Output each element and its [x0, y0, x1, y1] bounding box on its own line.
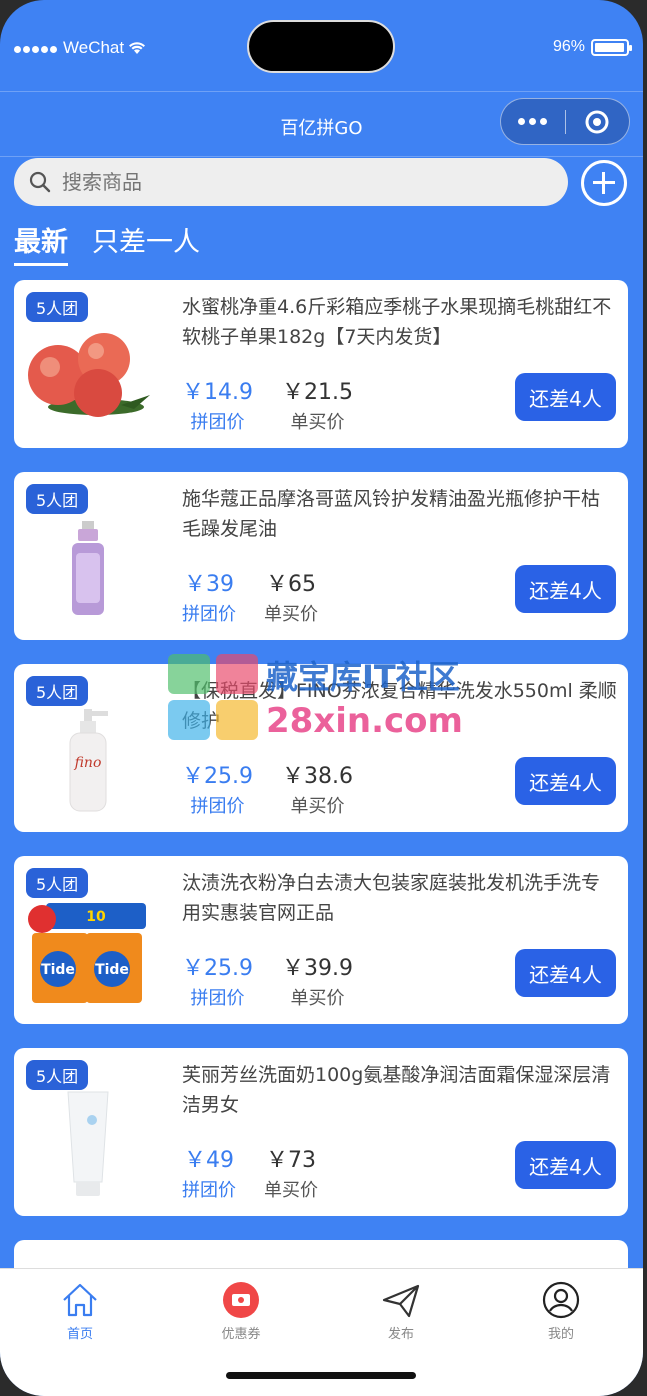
camera-notch [247, 20, 395, 73]
navigation-bar: 百亿拼GO [0, 92, 643, 158]
product-name: 施华蔻正品摩洛哥蓝风铃护发精油盈光瓶修护干枯毛躁发尾油 [182, 488, 601, 540]
battery-info: 96% [552, 38, 632, 56]
product-name: 水蜜桃净重4.6斤彩箱应季桃子水果现摘毛桃甜红不软桃子单果182g【7天内发货】 [182, 296, 612, 348]
single-price: ￥73 单买价 [264, 1148, 318, 1201]
user-icon [542, 1281, 580, 1319]
product-card[interactable]: 5人团 芙丽芳丝洗面奶100g氨基酸净润洁面霜保湿深层清洁男女 ￥49 拼团价 ￥… [14, 1048, 628, 1216]
join-group-button[interactable]: 还差4人 [515, 757, 616, 805]
filter-tabs: 最新 只差一人 [14, 220, 200, 266]
carrier-name: WeChat [63, 38, 125, 57]
carrier-info: WeChat [14, 38, 146, 58]
detergent-image: Tide Tide 10 [26, 894, 150, 1012]
single-price: ￥39.9 单买价 [282, 956, 353, 1009]
single-price: ￥21.5 单买价 [282, 380, 353, 433]
tab-latest[interactable]: 最新 [14, 220, 68, 266]
tab-home[interactable]: 首页 [40, 1277, 120, 1342]
tab-home-label: 首页 [66, 1327, 93, 1342]
watermark-url: 28xin.com [266, 701, 463, 741]
battery-icon [591, 38, 632, 56]
group-price: ￥25.9 拼团价 [182, 764, 253, 817]
product-name: 芙丽芳丝洗面奶100g氨基酸净润洁面霜保湿深层清洁男女 [182, 1064, 611, 1116]
tab-one-left[interactable]: 只差一人 [92, 220, 200, 266]
svg-text:10: 10 [86, 909, 106, 925]
svg-text:Tide: Tide [41, 962, 75, 978]
watermark: 藏宝库IT社区 28xin.com [166, 652, 486, 744]
send-icon [382, 1284, 420, 1318]
home-icon [63, 1283, 97, 1317]
join-group-button[interactable]: 还差4人 [515, 949, 616, 997]
target-icon [585, 110, 609, 133]
search-icon [29, 171, 51, 193]
product-name: 汰渍洗衣粉净白去渍大包装家庭装批发机洗手洗专用实惠装官网正品 [182, 872, 601, 924]
coupon-icon [223, 1282, 259, 1318]
battery-percent: 96% [552, 38, 585, 55]
group-price: ￥39 拼团价 [182, 572, 236, 625]
single-price: ￥38.6 单买价 [282, 764, 353, 817]
hair-oil-image [26, 510, 150, 628]
more-menu-button[interactable] [501, 118, 565, 125]
product-card[interactable]: 5人团 水蜜桃净重4.6斤彩箱应季桃子水果现摘毛桃甜红不软桃子单果182g【7天… [14, 280, 628, 448]
tab-coupon[interactable]: 优惠券 [201, 1277, 281, 1342]
group-price: ￥14.9 拼团价 [182, 380, 253, 433]
tab-mine-label: 我的 [547, 1327, 574, 1342]
product-card[interactable]: 5人团 Tide Tide 10 汰渍洗衣粉净白去渍大包装家庭装批发机洗手洗专用… [14, 856, 628, 1024]
search-input[interactable] [62, 170, 522, 194]
mini-program-capsule [500, 98, 630, 145]
tab-publish-label: 发布 [387, 1327, 414, 1342]
product-list: 5人团 水蜜桃净重4.6斤彩箱应季桃子水果现摘毛桃甜红不软桃子单果182g【7天… [14, 280, 628, 1280]
watermark-title: 藏宝库IT社区 [266, 658, 460, 696]
svg-text:fino: fino [74, 755, 102, 771]
wifi-icon [129, 42, 146, 54]
tab-publish[interactable]: 发布 [361, 1277, 441, 1342]
product-card[interactable]: 5人团 施华蔻正品摩洛哥蓝风铃护发精油盈光瓶修护干枯毛躁发尾油 ￥39 拼团价 ￥… [14, 472, 628, 640]
tab-coupon-label: 优惠券 [221, 1327, 261, 1342]
svg-text:Tide: Tide [95, 962, 129, 978]
phone-screen: WeChat 96% 百亿拼GO 最新 只差一人 5人团 [0, 0, 643, 1396]
peach-image [26, 318, 150, 436]
single-price: ￥65 单买价 [264, 572, 318, 625]
join-group-button[interactable]: 还差4人 [515, 373, 616, 421]
join-group-button[interactable]: 还差4人 [515, 1141, 616, 1189]
join-group-button[interactable]: 还差4人 [515, 565, 616, 613]
group-price: ￥25.9 拼团价 [182, 956, 253, 1009]
search-bar[interactable] [14, 158, 568, 206]
status-bar: WeChat 96% [0, 0, 643, 92]
signal-icon [14, 38, 59, 58]
home-indicator [226, 1372, 416, 1379]
add-button[interactable] [581, 160, 627, 206]
shampoo-image: fino [26, 702, 150, 820]
close-program-button[interactable] [566, 109, 630, 135]
tab-mine[interactable]: 我的 [521, 1277, 601, 1342]
cleanser-image [26, 1086, 150, 1204]
group-price: ￥49 拼团价 [182, 1148, 236, 1201]
